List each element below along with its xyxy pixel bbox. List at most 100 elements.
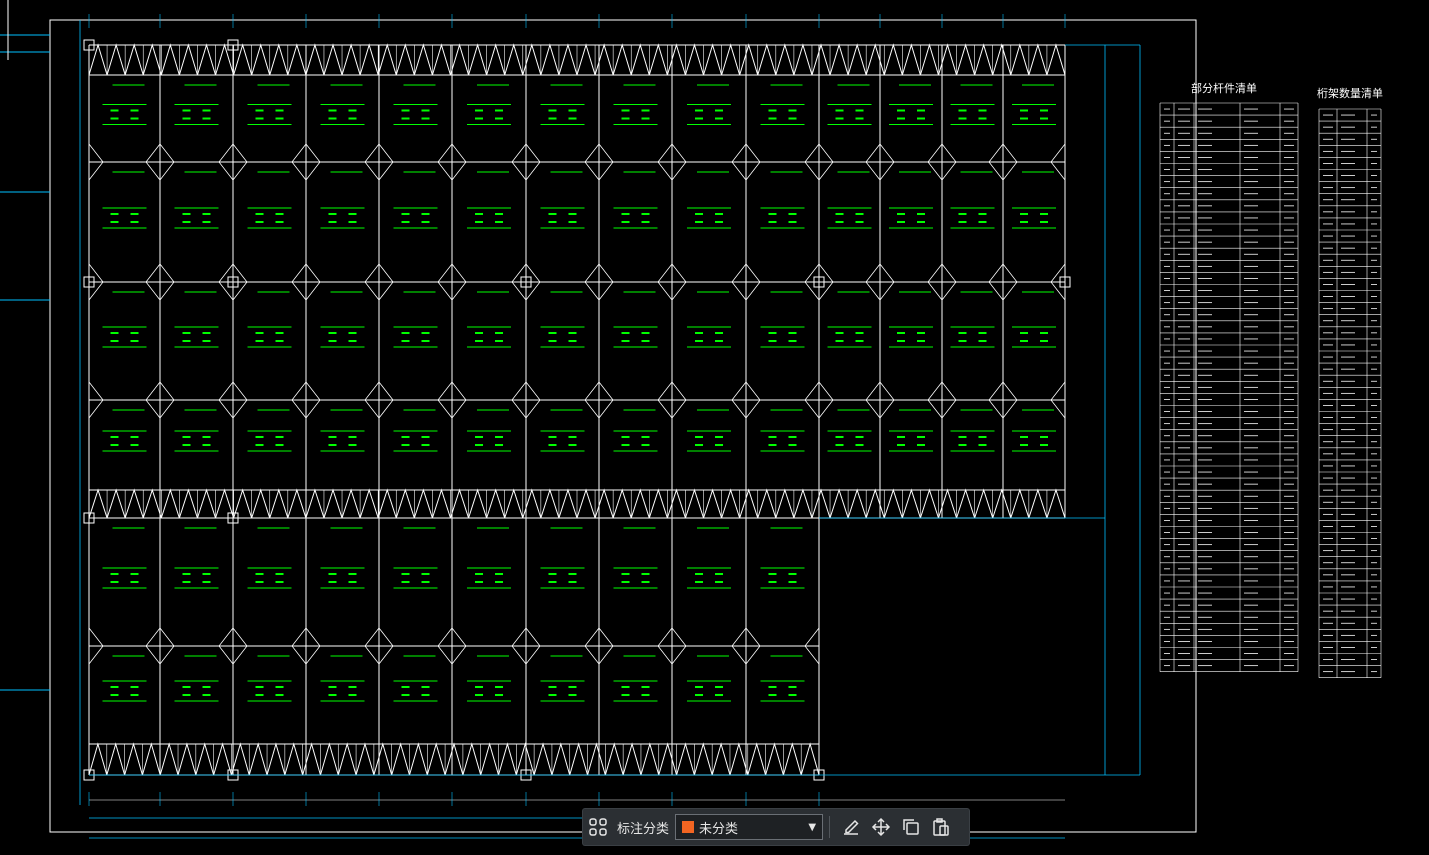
annotation-toolbar: 标注分类 未分类 ▼ [583,809,969,845]
cell-label-mark [695,573,723,583]
cell-label-mark [247,430,292,452]
cell-label-mark [255,686,284,696]
cell-label-mark [320,680,365,702]
cell-label-mark [540,326,585,348]
cell-label-mark [835,436,864,446]
cell-label-mark [827,326,872,348]
cell-label-mark [247,680,292,702]
cell-label-mark [889,430,933,452]
cell-label-mark [760,567,805,589]
cell-label-mark [102,680,147,702]
cell-label-mark [835,332,864,342]
cell-label-mark [320,430,365,452]
cell-label-mark [393,680,438,702]
category-dropdown[interactable]: 未分类 ▼ [675,814,824,840]
cell-label-mark [255,109,284,120]
cell-label-mark [110,436,139,446]
cell-label-mark [110,332,139,342]
cell-label-mark [401,686,430,696]
cell-label-mark [548,686,577,696]
cell-label-mark [621,686,650,696]
category-selected: 未分类 [699,821,739,837]
cell-label-mark [889,104,933,125]
truss-diagonals [88,742,820,776]
cell-label-mark [328,573,357,583]
cell-label-mark [174,104,219,125]
copy-icon[interactable] [896,812,926,842]
cell-label-mark [467,104,511,125]
cell-label-mark [467,326,511,348]
cell-label-mark [255,332,284,342]
cell-label-mark [255,213,284,223]
cell-label-mark [958,213,987,223]
cell-label-mark [695,109,723,120]
cell-label-mark [695,436,723,446]
cell-label-mark [247,567,292,589]
cell-label-mark [548,332,577,342]
cell-label-mark [760,680,805,702]
cell-label-mark [687,567,731,589]
edit-icon[interactable] [836,812,866,842]
move-icon[interactable] [866,812,896,842]
cell-label-mark [467,207,511,229]
cell-label-mark [102,207,147,229]
cell-label-mark [182,109,211,120]
cell-label-mark [540,680,585,702]
cell-label-mark [328,109,357,120]
part-list-table [1159,102,1299,673]
cell-label-mark [687,430,731,452]
cell-label-mark [613,430,658,452]
cell-label-mark [320,207,365,229]
cad-drawing-canvas[interactable]: 部分杆件清单 桁架数量清单 [0,0,1429,855]
part-list-title: 部分杆件清单 [1191,81,1257,95]
cell-label-mark [182,213,211,223]
cell-label-mark [760,104,805,125]
cell-label-mark [768,109,797,120]
cell-label-mark [102,326,147,348]
cell-label-mark [768,332,797,342]
cell-label-mark [540,430,585,452]
cell-label-mark [328,436,357,446]
cell-label-mark [897,109,925,120]
cell-label-mark [475,109,503,120]
cell-label-mark [827,104,872,125]
chevron-down-icon: ▼ [808,821,817,833]
cell-labels [102,84,1056,702]
cell-label-mark [475,332,503,342]
cell-label-mark [102,567,147,589]
cell-label-mark [760,430,805,452]
cell-label-mark [320,567,365,589]
cell-label-mark [1012,326,1056,348]
cell-label-mark [467,430,511,452]
cell-label-mark [247,326,292,348]
cell-label-mark [110,686,139,696]
cell-label-mark [695,332,723,342]
cell-label-mark [621,332,650,342]
cell-label-mark [548,573,577,583]
cell-label-mark [897,332,925,342]
truss-list-title: 桁架数量清单 [1317,86,1383,100]
cell-label-mark [1012,430,1056,452]
cell-label-mark [467,567,511,589]
lower-truss-grid [88,517,820,776]
cell-label-mark [1012,104,1056,125]
cell-label-mark [255,436,284,446]
cell-label-mark [475,573,503,583]
cell-label-mark [768,213,797,223]
cell-label-mark [835,109,864,120]
cell-label-mark [102,430,147,452]
cell-label-mark [687,207,731,229]
grid-apps-icon[interactable] [583,812,613,842]
cell-label-mark [768,573,797,583]
cell-label-mark [958,109,987,120]
cell-label-mark [540,567,585,589]
paste-icon[interactable] [926,812,956,842]
cell-label-mark [548,436,577,446]
cell-label-mark [950,207,995,229]
cell-label-mark [320,326,365,348]
cell-label-mark [613,326,658,348]
cell-label-mark [475,686,503,696]
cell-label-mark [613,104,658,125]
cell-label-mark [320,104,365,125]
cell-label-mark [687,326,731,348]
